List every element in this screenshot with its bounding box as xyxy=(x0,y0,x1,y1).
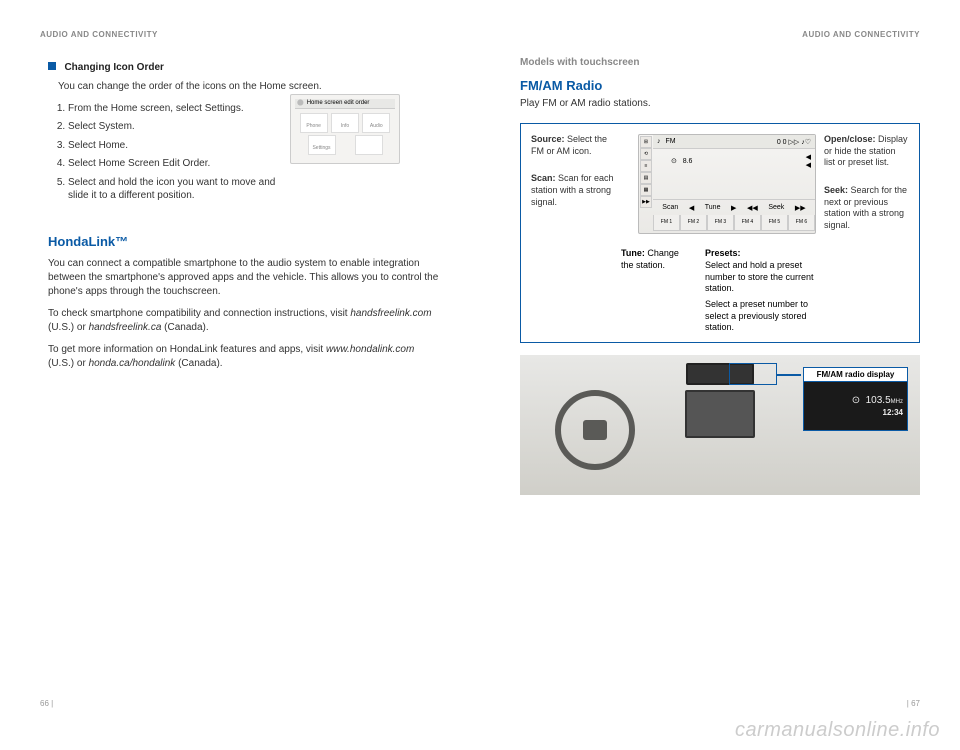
hondalink-p2: To check smartphone compatibility and co… xyxy=(48,307,440,335)
label-open-close: Open/close: Display or hide the station … xyxy=(824,134,909,169)
radio-screen-figure: ⊞⟲≡▤▦▶▶ ♪FM0 0 ▷▷ ♪♡ ⊙ 8.6 ◀◀ Scan ◀Tune… xyxy=(638,134,816,234)
step-3: Select Home. xyxy=(68,139,280,153)
header-left: AUDIO AND CONNECTIVITY xyxy=(40,30,440,39)
radio-side-buttons: ⊞⟲≡▤▦▶▶ xyxy=(640,136,652,208)
figure-icon-blank xyxy=(355,135,383,155)
label-presets: Presets: Select and hold a preset number… xyxy=(705,248,819,334)
figure-icon-audio: Audio xyxy=(362,113,390,133)
models-line: Models with touchscreen xyxy=(520,57,920,68)
watermark: carmanualsonline.info xyxy=(735,719,940,742)
steps-list: From the Home screen, select Settings. S… xyxy=(68,102,280,203)
dashboard-photo: H FM/AM radio display ⊙ 103.5MHz 12:34 xyxy=(520,355,920,495)
callout-fm-am-display: FM/AM radio display ⊙ 103.5MHz 12:34 xyxy=(803,367,908,431)
radio-diagram: Source: Select the FM or AM icon. Scan: … xyxy=(520,123,920,343)
hondalink-heading: HondaLink™ xyxy=(48,234,440,249)
fm-am-heading: FM/AM Radio xyxy=(520,78,920,93)
figure-icon-settings: Settings xyxy=(308,135,336,155)
label-source: Source: Select the FM or AM icon. xyxy=(531,134,616,157)
step-1: From the Home screen, select Settings. xyxy=(68,102,280,116)
label-scan: Scan: Scan for each station with a stron… xyxy=(531,173,616,208)
right-page: AUDIO AND CONNECTIVITY Models with touch… xyxy=(480,0,960,750)
step-5: Select and hold the icon you want to mov… xyxy=(68,176,280,203)
hondalink-p1: You can connect a compatible smartphone … xyxy=(48,257,440,299)
header-right: AUDIO AND CONNECTIVITY xyxy=(520,30,920,39)
hondalink-p3: To get more information on HondaLink fea… xyxy=(48,343,440,371)
step-4: Select Home Screen Edit Order. xyxy=(68,157,280,171)
steering-wheel-icon: H xyxy=(555,390,635,470)
changing-icon-order-heading: Changing Icon Order xyxy=(64,62,163,73)
label-seek: Seek: Search for the next or previous st… xyxy=(824,185,909,232)
figure-icon-phone: Phone xyxy=(300,113,328,133)
left-page: AUDIO AND CONNECTIVITY Changing Icon Ord… xyxy=(0,0,480,750)
figure-icon-info: Info xyxy=(331,113,359,133)
page-number-left: 66 | xyxy=(40,699,53,708)
step-2: Select System. xyxy=(68,120,280,134)
figure-caption: Home screen edit order xyxy=(295,99,395,109)
home-screen-edit-figure: Home screen edit order Phone Info Audio … xyxy=(290,94,400,164)
fm-am-subtitle: Play FM or AM radio stations. xyxy=(520,98,920,109)
page-number-right: | 67 xyxy=(907,699,920,708)
section-marker xyxy=(48,62,56,70)
label-tune: Tune: Change the station. xyxy=(621,248,691,334)
section1-intro: You can change the order of the icons on… xyxy=(58,80,440,94)
center-touchscreen-icon xyxy=(685,390,755,438)
